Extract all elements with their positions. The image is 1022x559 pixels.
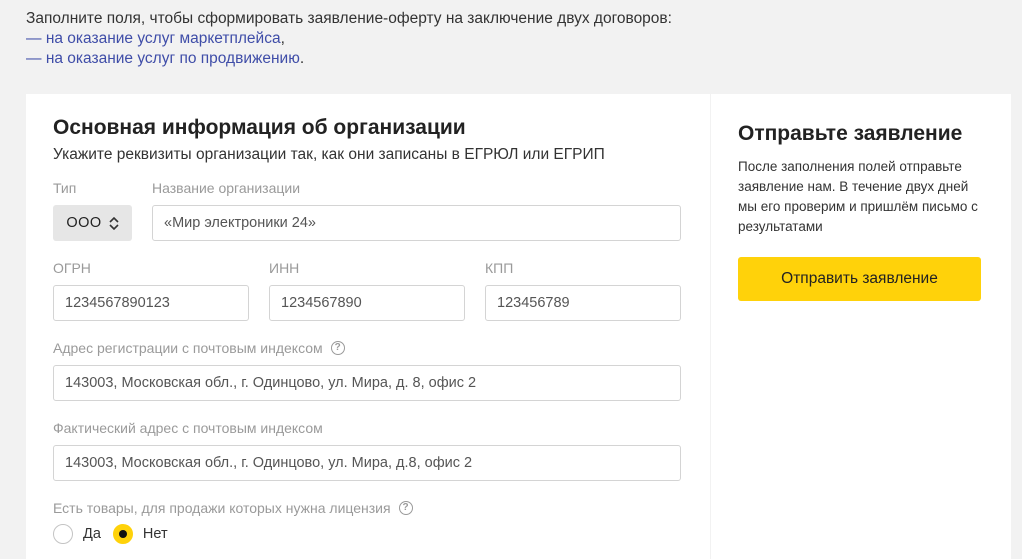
intro-link-row-1: — на оказание услуг маркетплейса, [26,29,672,49]
org-name-input[interactable] [152,205,681,241]
type-label-text: Тип [53,180,77,196]
intro-link-row-2: — на оказание услуг по продвижению. [26,49,672,69]
license-label-text: Есть товары, для продажи которых нужна л… [53,500,391,516]
send-application-button[interactable]: Отправить заявление [738,257,981,301]
dash: — [26,50,42,67]
license-label: Есть товары, для продажи которых нужна л… [53,500,413,516]
org-type-select[interactable]: ООО [53,205,132,241]
organization-form-card: Основная информация об организации Укажи… [26,94,710,559]
link1-suffix: , [280,30,285,47]
org-name-label-text: Название организации [152,180,301,196]
form-subtitle: Укажите реквизиты организации так, как о… [53,146,605,163]
license-option-no[interactable]: Нет [112,524,168,544]
reg-address-label-text: Адрес регистрации с почтовым индексом [53,340,323,356]
submit-panel-title: Отправьте заявление [738,122,963,145]
inn-label-text: ИНН [269,260,300,276]
radio-label: Нет [142,526,168,542]
inn-label: ИНН [269,260,299,276]
radio-button[interactable] [53,524,73,544]
org-type-value: ООО [66,215,102,231]
kpp-input[interactable] [485,285,681,321]
kpp-label-text: КПП [485,260,514,276]
help-icon[interactable]: ? [330,341,345,355]
license-radio-group: Да Нет [53,524,180,544]
help-icon[interactable]: ? [398,501,413,515]
radio-button-selected[interactable] [112,524,133,544]
intro-text: Заполните поля, чтобы сформировать заявл… [26,9,672,69]
fact-address-label: Фактический адрес с почтовым индексом [53,420,323,436]
ogrn-label-text: ОГРН [53,260,91,276]
radio-label: Да [83,526,101,542]
submit-panel-text: После заполнения полей отправьте заявлен… [738,159,978,234]
marketplace-services-link[interactable]: на оказание услуг маркетплейса [46,30,281,47]
fact-address-input[interactable] [53,445,681,481]
dash: — [26,30,42,47]
form-title: Основная информация об организации [53,116,466,139]
reg-address-input[interactable] [53,365,681,401]
link2-suffix: . [299,50,305,67]
promotion-services-link[interactable]: на оказание услуг по продвижению [46,50,300,67]
submit-panel: Отправьте заявление После заполнения пол… [711,94,1011,559]
intro-line: Заполните поля, чтобы сформировать заявл… [26,10,672,27]
reg-address-label: Адрес регистрации с почтовым индексом ? [53,340,345,356]
ogrn-label: ОГРН [53,260,91,276]
fact-address-label-text: Фактический адрес с почтовым индексом [53,420,323,436]
inn-input[interactable] [269,285,465,321]
ogrn-input[interactable] [53,285,249,321]
chevron-up-down-icon [109,216,119,230]
kpp-label: КПП [485,260,513,276]
type-label: Тип [53,180,76,196]
license-option-yes[interactable]: Да [53,524,101,544]
org-name-label: Название организации [152,180,300,196]
